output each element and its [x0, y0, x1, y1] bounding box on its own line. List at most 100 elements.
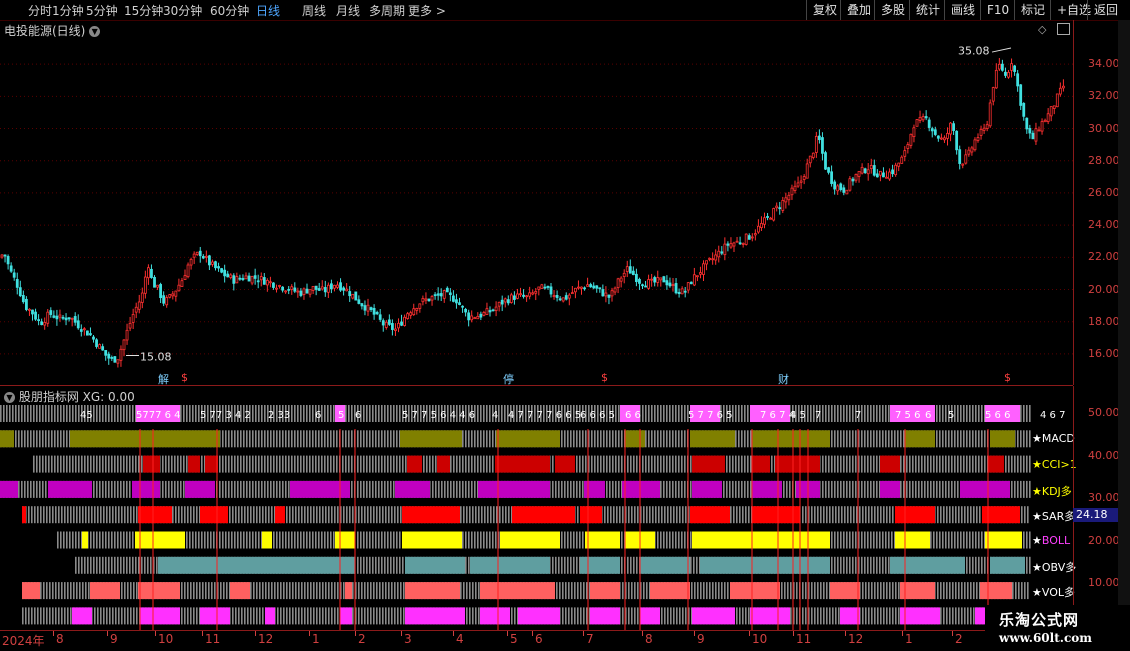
inactive-tick — [469, 582, 471, 600]
event-marker[interactable]: $ — [1004, 371, 1011, 384]
indicator-row-label[interactable]: ★CCI>1 — [1032, 458, 1077, 471]
inactive-tick — [900, 480, 902, 498]
indicator-row-label[interactable]: ★SAR多 — [1032, 508, 1075, 524]
period-tab[interactable]: 30分钟 — [163, 2, 202, 19]
event-marker[interactable]: $ — [181, 371, 188, 384]
inactive-tick — [573, 531, 575, 549]
period-tab[interactable]: 周线 — [302, 2, 326, 19]
inactive-tick — [279, 531, 281, 549]
candle-body — [598, 287, 602, 290]
candle-body — [976, 137, 980, 141]
inactive-tick — [486, 531, 488, 549]
inactive-tick — [66, 455, 68, 473]
inactive-tick — [840, 455, 842, 473]
inactive-tick — [366, 556, 368, 574]
toolbar-button[interactable]: 统计 — [909, 0, 946, 20]
inactive-tick — [127, 582, 129, 600]
candle-body — [494, 306, 498, 311]
candle-body — [805, 163, 809, 179]
inactive-tick — [888, 430, 890, 448]
candle-body — [52, 315, 56, 318]
inactive-tick — [45, 430, 47, 448]
period-tab[interactable]: 15分钟 — [124, 2, 163, 19]
chevron-down-icon[interactable]: ▼ — [4, 392, 15, 403]
signal-bar-chart[interactable]: 45 5777 6 45 77 3 4 22 33 6 5 6 5 7 7 5 6 4 4… — [0, 404, 1073, 630]
period-tab[interactable]: 多周期 — [369, 2, 405, 19]
inactive-tick — [244, 607, 246, 625]
candle-body — [378, 314, 382, 320]
toolbar-button[interactable]: 叠加 — [840, 0, 877, 20]
inactive-tick — [672, 531, 674, 549]
inactive-tick — [258, 430, 260, 448]
period-tab[interactable]: 日线 — [256, 2, 280, 19]
inactive-tick — [39, 405, 41, 422]
inactive-tick — [681, 430, 683, 448]
price-tick: 28.00 — [1088, 153, 1120, 167]
inactive-tick — [33, 455, 35, 473]
indicator-row-label[interactable]: ★KDJ多 — [1032, 483, 1072, 499]
candle-body — [217, 266, 220, 269]
inactive-tick — [279, 480, 281, 498]
indicator-row-label[interactable]: ★MACD — [1032, 432, 1075, 445]
toolbar-button[interactable]: 返回 — [1087, 0, 1124, 20]
period-tab[interactable]: 更多 > — [408, 2, 446, 19]
signal-segment — [900, 607, 940, 625]
inactive-tick — [321, 455, 323, 473]
inactive-tick — [117, 405, 119, 422]
inactive-tick — [115, 506, 117, 524]
toolbar-button[interactable]: 画线 — [944, 0, 981, 20]
inactive-tick — [475, 506, 477, 524]
inactive-tick — [76, 582, 78, 600]
signal-segment — [840, 607, 860, 625]
candle-body — [293, 287, 297, 292]
candle-body — [287, 288, 291, 291]
inactive-tick — [291, 455, 293, 473]
inactive-tick — [75, 405, 77, 422]
toolbar-button[interactable]: 多股 — [874, 0, 911, 20]
inactive-tick — [943, 582, 945, 600]
indicator-title[interactable]: ▼ 股朋指标网 XG: 0.00 — [4, 388, 135, 405]
inactive-tick — [267, 455, 269, 473]
inactive-tick — [39, 455, 41, 473]
toolbar-button[interactable]: 复权 — [806, 0, 843, 20]
inactive-tick — [684, 480, 686, 498]
inactive-tick — [66, 405, 68, 422]
inactive-tick — [496, 506, 498, 524]
inactive-tick — [382, 506, 384, 524]
inactive-tick — [637, 582, 639, 600]
inactive-tick — [363, 430, 365, 448]
inactive-tick — [879, 405, 881, 422]
signal-segment — [690, 506, 730, 524]
inactive-tick — [1018, 582, 1020, 600]
indicator-row-label[interactable]: ★BOLL — [1032, 534, 1070, 547]
indicator-row-label[interactable]: ★VOL多 — [1032, 584, 1075, 600]
candlestick-chart[interactable]: 35.0815.08 — [0, 20, 1073, 385]
side-panel-strip[interactable] — [1118, 20, 1130, 630]
indicator-row-label[interactable]: ★OBV多 — [1032, 559, 1076, 575]
candle-body — [540, 284, 544, 289]
candle-body — [714, 254, 718, 261]
candle-body — [946, 132, 949, 139]
pane-divider[interactable] — [0, 385, 1073, 386]
period-tab[interactable]: 月线 — [336, 2, 360, 19]
toolbar-button[interactable]: F10 — [980, 0, 1015, 20]
inactive-tick — [367, 607, 369, 625]
inactive-tick — [90, 531, 92, 549]
inactive-tick — [805, 607, 807, 625]
inactive-tick — [948, 480, 950, 498]
period-tab[interactable]: 60分钟 — [210, 2, 249, 19]
inactive-tick — [196, 607, 198, 625]
inactive-tick — [805, 506, 807, 524]
candle-body — [601, 289, 605, 297]
inactive-tick — [567, 430, 569, 448]
period-tab[interactable]: 1分钟 — [52, 2, 84, 19]
toolbar-button[interactable]: 标记 — [1014, 0, 1051, 20]
inactive-tick — [846, 455, 848, 473]
inactive-tick — [379, 607, 381, 625]
inactive-tick — [591, 455, 593, 473]
period-tab[interactable]: 5分钟 — [86, 2, 118, 19]
inactive-tick — [802, 582, 804, 600]
period-tab[interactable]: 分时 — [28, 2, 52, 19]
candle-body — [866, 169, 870, 175]
event-marker[interactable]: $ — [601, 371, 608, 384]
